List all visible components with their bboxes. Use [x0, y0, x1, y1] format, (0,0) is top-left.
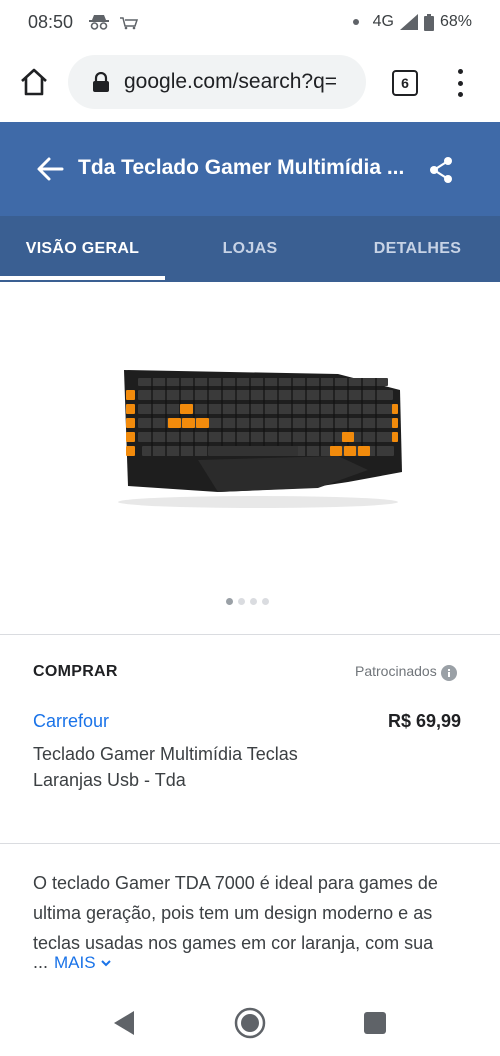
- carousel-dot[interactable]: [238, 598, 245, 605]
- store-link[interactable]: Carrefour: [33, 711, 109, 732]
- tab-count: 6: [401, 75, 409, 91]
- notification-dot-icon: [352, 19, 359, 25]
- carousel-indicator: [226, 598, 269, 605]
- product-image-carousel[interactable]: [0, 282, 500, 634]
- carousel-dot[interactable]: [226, 598, 233, 605]
- battery-level: 68%: [439, 13, 472, 30]
- offer-product-name[interactable]: Teclado Gamer Multimídia Teclas Laranjas…: [33, 741, 353, 793]
- back-arrow-icon[interactable]: [36, 156, 64, 182]
- keyboard-product-image: [118, 370, 402, 508]
- nav-home-icon[interactable]: [234, 1007, 266, 1039]
- tab-stores[interactable]: LOJAS: [165, 216, 335, 282]
- lock-icon: [93, 72, 109, 92]
- shopping-cart-icon: [120, 17, 139, 30]
- battery-icon: [423, 13, 434, 31]
- tab-bar: VISÃO GERAL LOJAS DETALHES: [0, 216, 500, 282]
- carousel-dot[interactable]: [262, 598, 269, 605]
- active-tab-indicator: [0, 276, 165, 280]
- address-bar[interactable]: google.com/search?q=: [68, 55, 366, 109]
- tab-label: VISÃO GERAL: [25, 240, 140, 257]
- offer-price: R$ 69,99: [388, 711, 462, 731]
- signal-icon: [399, 14, 418, 30]
- nav-recents-icon[interactable]: [364, 1012, 386, 1034]
- buy-section: COMPRAR Patrocinados Carrefour R$ 69,99 …: [0, 635, 500, 843]
- share-icon[interactable]: [428, 156, 454, 184]
- status-bar: 08:50 4G 68%: [0, 0, 500, 44]
- tab-label: DETALHES: [373, 240, 462, 257]
- tab-details[interactable]: DETALHES: [335, 216, 500, 282]
- tab-switcher-button[interactable]: 6: [392, 70, 418, 96]
- description-section: O teclado Gamer TDA 7000 é ideal para ga…: [0, 844, 500, 990]
- url-text[interactable]: google.com/search?q=: [124, 70, 337, 94]
- tab-overview[interactable]: VISÃO GERAL: [0, 216, 165, 282]
- info-icon[interactable]: [440, 665, 457, 681]
- sponsored-text: Patrocinados: [355, 663, 437, 679]
- browser-toolbar: google.com/search?q= 6: [0, 44, 500, 122]
- incognito-icon: [89, 15, 110, 30]
- description-ellipsis: ...: [33, 952, 49, 972]
- overflow-menu-icon[interactable]: [452, 66, 468, 100]
- product-header: Tda Teclado Gamer Multimídia ...: [0, 122, 500, 216]
- buy-section-title: COMPRAR: [33, 663, 118, 680]
- sponsored-label[interactable]: Patrocinados: [355, 661, 457, 681]
- status-time: 08:50: [28, 11, 74, 32]
- network-label: 4G: [372, 13, 394, 30]
- tab-label: LOJAS: [222, 240, 278, 257]
- product-name-line: Laranjas Usb - Tda: [33, 770, 186, 790]
- system-nav-bar: [0, 990, 500, 1056]
- page-title: Tda Teclado Gamer Multimídia ...: [78, 156, 405, 179]
- more-button[interactable]: MAIS: [54, 953, 112, 973]
- home-icon[interactable]: [18, 66, 50, 98]
- more-label: MAIS: [54, 952, 96, 972]
- product-name-line: Teclado Gamer Multimídia Teclas: [33, 744, 298, 764]
- description-text: O teclado Gamer TDA 7000 é ideal para ga…: [33, 873, 438, 953]
- nav-back-icon[interactable]: [112, 1010, 136, 1036]
- chevron-down-icon: [100, 959, 111, 966]
- carousel-dot[interactable]: [250, 598, 257, 605]
